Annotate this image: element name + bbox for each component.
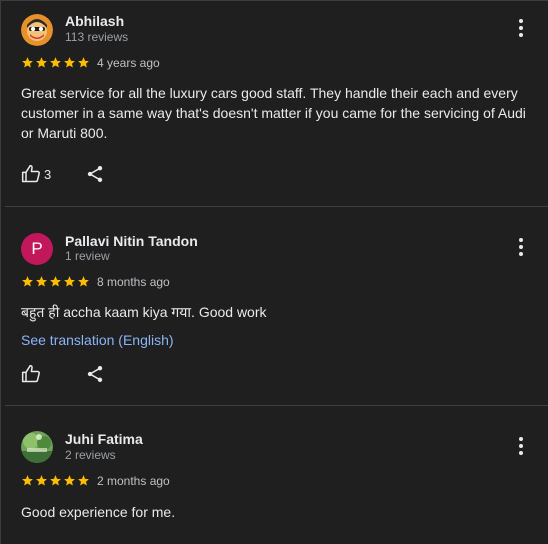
star-icon [78, 475, 89, 486]
star-rating [21, 56, 90, 69]
more-options-button[interactable] [513, 436, 529, 456]
star-icon [78, 276, 89, 287]
reviews-panel: Abhilash 113 reviews 4 years ago Great s… [0, 0, 548, 544]
share-button[interactable] [85, 164, 105, 184]
star-icon [50, 276, 61, 287]
review-time: 2 months ago [97, 474, 170, 488]
star-icon [50, 475, 61, 486]
review-text: Good experience for me. [21, 504, 176, 520]
star-rating [21, 474, 90, 487]
see-translation-link[interactable]: See translation (English) [21, 332, 174, 348]
reviewer-avatar[interactable] [21, 431, 53, 463]
star-icon [50, 57, 61, 68]
more-vert-icon [519, 238, 523, 256]
reviewer-avatar[interactable]: P [21, 233, 53, 265]
star-icon [64, 57, 75, 68]
share-icon [87, 366, 103, 382]
review-text: Great service for all the luxury cars go… [21, 85, 526, 141]
thumb-up-icon [21, 364, 40, 383]
more-options-button[interactable] [513, 237, 529, 257]
star-icon [22, 276, 33, 287]
thumb-up-icon [21, 164, 40, 183]
star-icon [36, 475, 47, 486]
reviewer-review-count: 1 review [65, 249, 110, 263]
reviewer-name[interactable]: Pallavi Nitin Tandon [65, 233, 198, 249]
star-icon [22, 57, 33, 68]
more-vert-icon [519, 19, 523, 37]
reviewer-review-count: 2 reviews [65, 448, 116, 462]
review-card: Juhi Fatima 2 reviews 2 months ago Good … [1, 406, 548, 544]
like-button[interactable] [21, 364, 41, 384]
star-icon [64, 276, 75, 287]
star-icon [36, 276, 47, 287]
like-button[interactable]: 3 [21, 164, 51, 184]
star-rating [21, 275, 90, 288]
review-time: 4 years ago [97, 56, 160, 70]
more-vert-icon [519, 437, 523, 455]
review-card: P Pallavi Nitin Tandon 1 review 8 months… [1, 207, 548, 406]
star-icon [64, 475, 75, 486]
reviewer-avatar[interactable] [21, 14, 53, 46]
like-count: 3 [44, 166, 52, 182]
share-icon [87, 166, 103, 182]
nature-avatar-image [21, 431, 53, 463]
reviewer-name[interactable]: Juhi Fatima [65, 431, 143, 447]
share-button[interactable] [85, 364, 105, 384]
more-options-button[interactable] [513, 18, 529, 38]
review-time: 8 months ago [97, 275, 170, 289]
star-icon [36, 57, 47, 68]
cartoon-avatar-image [21, 14, 53, 46]
star-icon [78, 57, 89, 68]
star-icon [22, 475, 33, 486]
reviewer-name[interactable]: Abhilash [65, 13, 124, 29]
reviewer-review-count: 113 reviews [65, 30, 129, 44]
review-text: बहुत ही accha kaam kiya गया. Good work [21, 304, 267, 320]
review-card: Abhilash 113 reviews 4 years ago Great s… [1, 1, 548, 207]
